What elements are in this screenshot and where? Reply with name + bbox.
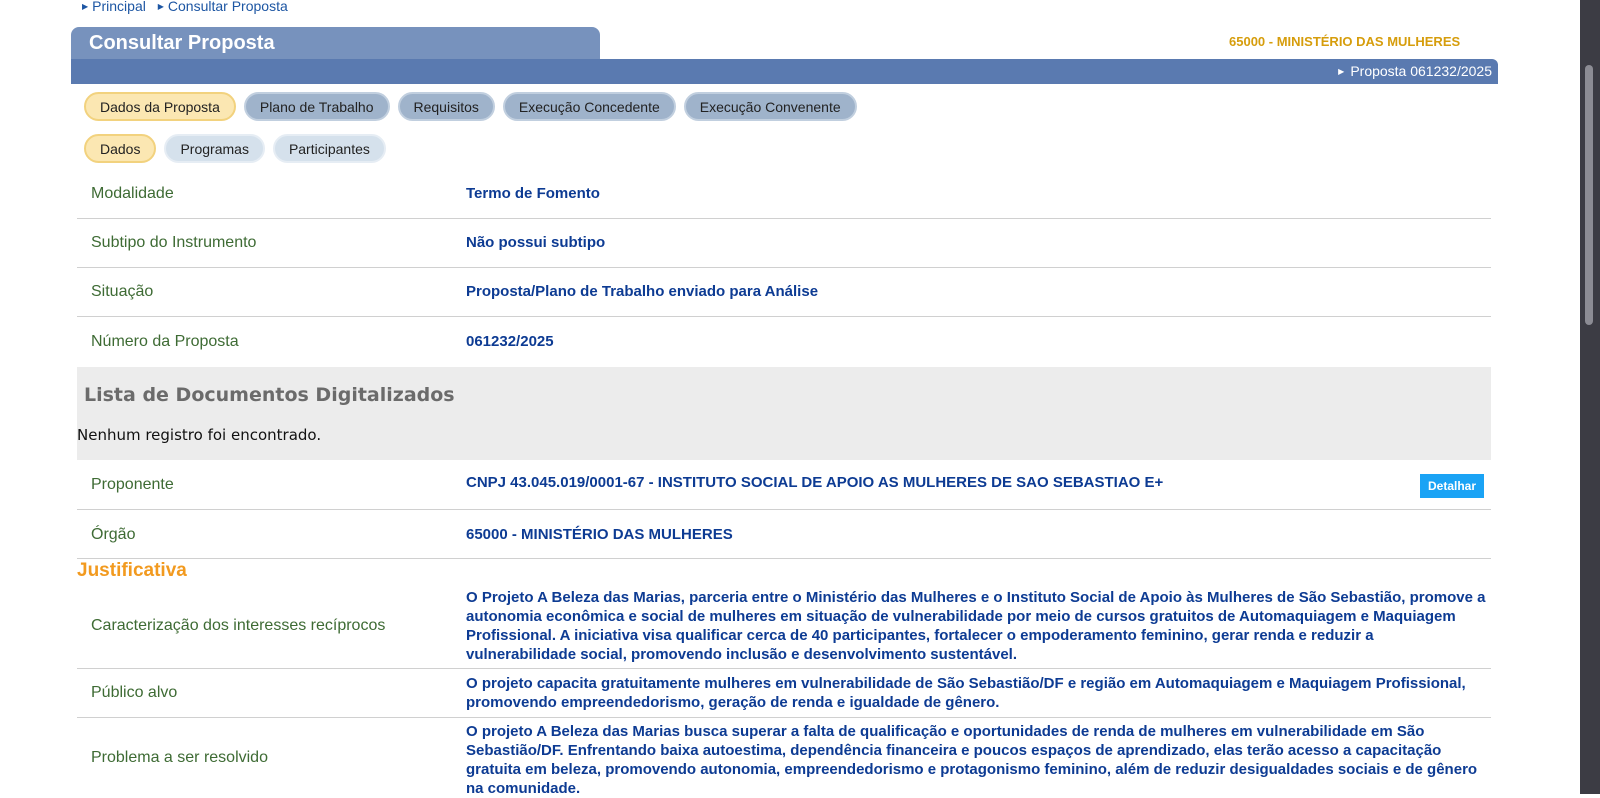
main-tabs: Dados da Proposta Plano de Trabalho Requ… bbox=[84, 92, 857, 121]
sub-tabs: Dados Programas Participantes bbox=[84, 134, 386, 163]
triangle-right-icon: ▶ bbox=[1338, 67, 1345, 76]
subtab-programas[interactable]: Programas bbox=[164, 134, 265, 163]
tab-plano-de-trabalho[interactable]: Plano de Trabalho bbox=[243, 92, 390, 121]
page-title: Consultar Proposta bbox=[71, 27, 600, 61]
field-label: Público alvo bbox=[91, 684, 178, 701]
field-label: Órgão bbox=[91, 526, 136, 543]
field-label: Número da Proposta bbox=[91, 333, 239, 350]
proposal-link[interactable]: ▶ Proposta 061232/2025 bbox=[1338, 63, 1492, 79]
field-value: O projeto capacita gratuitamente mulhere… bbox=[466, 675, 1466, 711]
header-bar: ▶ Proposta 061232/2025 bbox=[71, 59, 1498, 84]
field-row-numero: Número da Proposta 061232/2025 bbox=[77, 317, 1491, 366]
page: ▶ Principal ▶ Consultar Proposta 65000 - M… bbox=[0, 0, 1580, 797]
field-value: Termo de Fomento bbox=[466, 185, 600, 202]
field-row-subtipo: Subtipo do Instrumento Não possui subtip… bbox=[77, 219, 1491, 268]
field-value: O projeto A Beleza das Marias busca supe… bbox=[466, 723, 1478, 797]
field-row-proponente: Proponente CNPJ 43.045.019/0001-67 - INS… bbox=[77, 461, 1491, 510]
field-label: Subtipo do Instrumento bbox=[91, 234, 257, 251]
field-value: 65000 - MINISTÉRIO DAS MULHERES bbox=[466, 526, 733, 543]
field-value: CNPJ 43.045.019/0001-67 - INSTITUTO SOCI… bbox=[466, 474, 1164, 491]
tab-requisitos[interactable]: Requisitos bbox=[397, 92, 495, 121]
header-organization: 65000 - MINISTÉRIO DAS MULHERES bbox=[1229, 34, 1461, 49]
field-label: Proponente bbox=[91, 476, 174, 493]
subtab-participantes[interactable]: Participantes bbox=[272, 134, 386, 163]
field-row-problema: Problema a ser resolvido O projeto A Bel… bbox=[77, 718, 1491, 797]
field-value: Não possui subtipo bbox=[466, 234, 606, 251]
field-value: Proposta/Plano de Trabalho enviado para … bbox=[466, 283, 819, 300]
field-value: 061232/2025 bbox=[466, 333, 554, 350]
tab-execucao-concedente[interactable]: Execução Concedente bbox=[502, 92, 676, 121]
detalhar-button[interactable]: Detalhar bbox=[1420, 474, 1484, 498]
breadcrumb: ▶ Principal ▶ Consultar Proposta bbox=[82, 0, 296, 14]
breadcrumb-consultar-proposta[interactable]: Consultar Proposta bbox=[168, 0, 288, 14]
field-value: O Projeto A Beleza das Marias, parceria … bbox=[466, 589, 1486, 663]
tab-execucao-convenente[interactable]: Execução Convenente bbox=[683, 92, 857, 121]
field-row-caracterizacao: Caracterização dos interesses recíprocos… bbox=[77, 586, 1491, 669]
field-row-orgao: Órgão 65000 - MINISTÉRIO DAS MULHERES bbox=[77, 510, 1491, 559]
field-row-modalidade: Modalidade Termo de Fomento bbox=[77, 170, 1491, 219]
field-row-publico-alvo: Público alvo O projeto capacita gratuita… bbox=[77, 669, 1491, 718]
vertical-scrollbar[interactable] bbox=[1580, 0, 1600, 794]
tab-dados-da-proposta[interactable]: Dados da Proposta bbox=[84, 92, 236, 121]
scrollbar-thumb[interactable] bbox=[1585, 65, 1593, 325]
field-row-situacao: Situação Proposta/Plano de Trabalho envi… bbox=[77, 268, 1491, 317]
field-label: Caracterização dos interesses recíprocos bbox=[91, 617, 386, 634]
subtab-dados[interactable]: Dados bbox=[84, 134, 157, 163]
documents-empty-message: Nenhum registro foi encontrado. bbox=[77, 426, 322, 444]
field-label: Modalidade bbox=[91, 185, 174, 202]
triangle-right-icon: ▶ bbox=[82, 2, 89, 11]
proposal-link-label: Proposta 061232/2025 bbox=[1350, 63, 1492, 79]
field-label: Situação bbox=[91, 283, 154, 300]
triangle-right-icon: ▶ bbox=[157, 2, 164, 11]
documents-heading: Lista de Documentos Digitalizados bbox=[84, 384, 455, 406]
section-title-justificativa: Justificativa bbox=[77, 560, 187, 581]
breadcrumb-principal[interactable]: Principal bbox=[92, 0, 146, 14]
documents-section: Lista de Documentos Digitalizados Nenhum… bbox=[77, 367, 1491, 460]
field-label: Problema a ser resolvido bbox=[91, 749, 268, 766]
